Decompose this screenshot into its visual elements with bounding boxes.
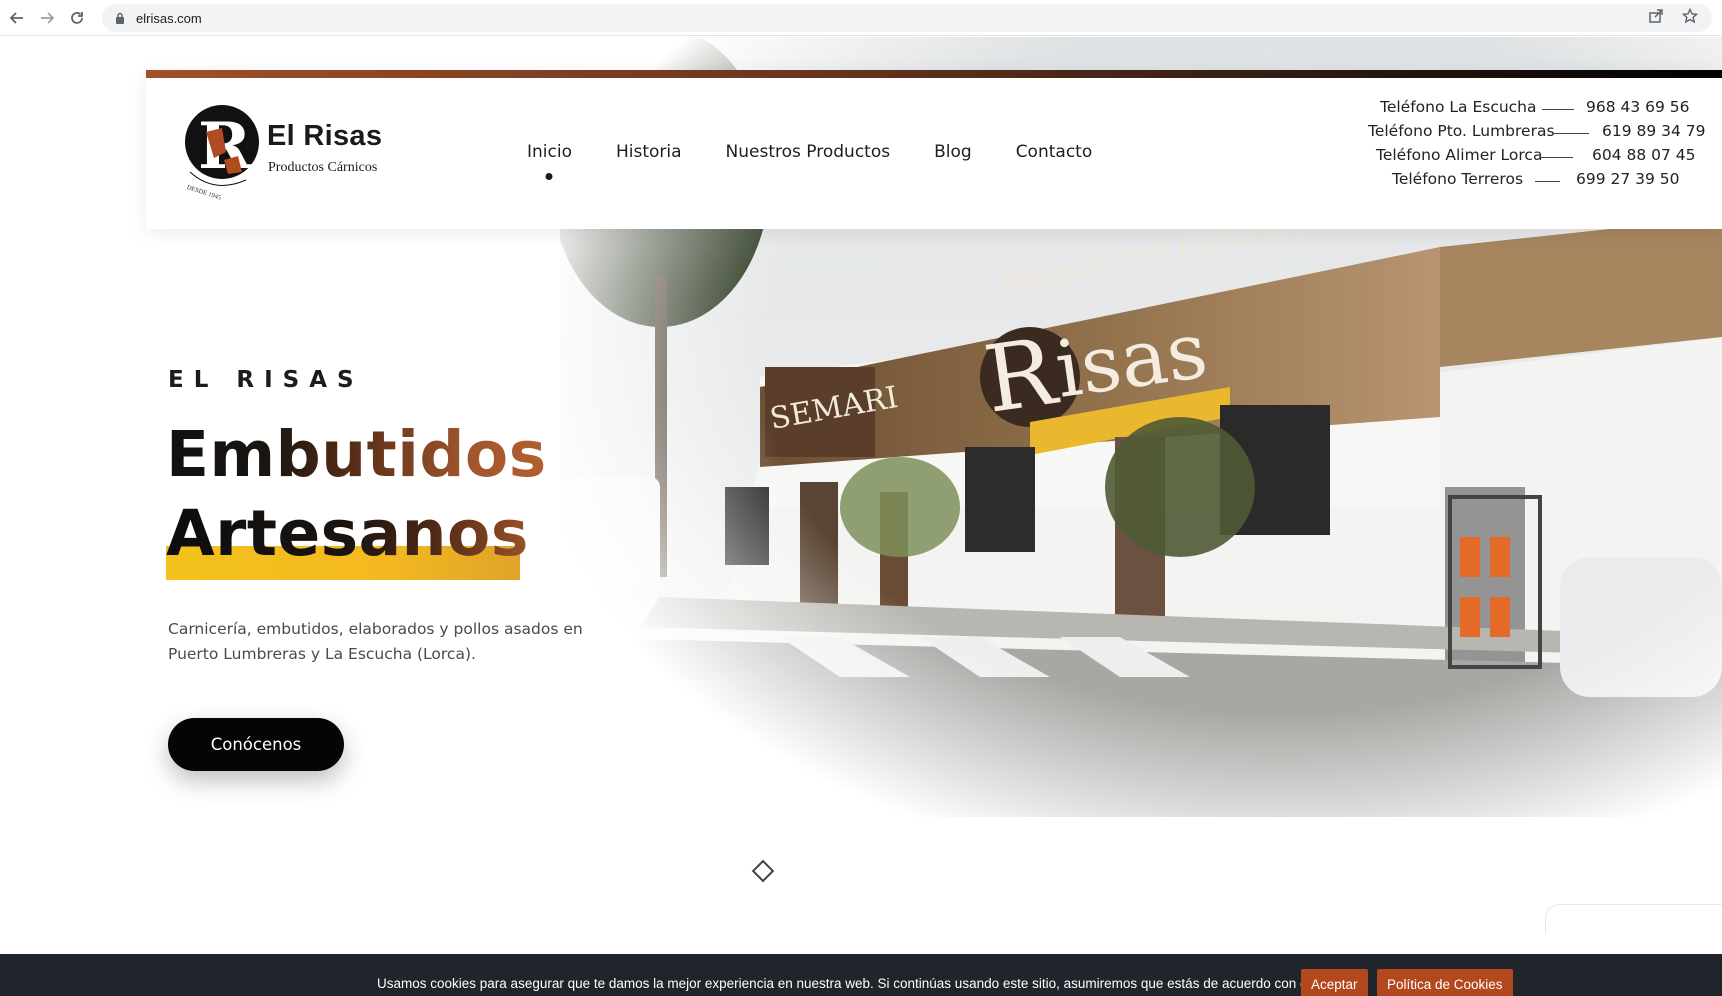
accept-cookies-button[interactable]: Aceptar <box>1301 969 1368 996</box>
conocenos-button[interactable]: Conócenos <box>168 718 344 771</box>
cookie-banner: Usamos cookies para asegurar que te damo… <box>0 954 1722 996</box>
phone-divider <box>1535 181 1560 182</box>
scroll-down-icon[interactable] <box>751 859 775 883</box>
hero-description: Carnicería, embutidos, elaborados y poll… <box>168 620 583 663</box>
floating-widget-tab[interactable] <box>1545 904 1722 934</box>
nav-item-historia[interactable]: Historia <box>616 142 682 162</box>
arrow-right-icon[interactable] <box>36 7 58 29</box>
hero-headline-line2-wrap: Artesanos <box>166 497 529 580</box>
star-icon[interactable] <box>1681 7 1699 28</box>
phone-row: Teléfono La Escucha 968 43 69 56 <box>1368 98 1722 122</box>
lock-icon <box>114 12 126 24</box>
share-icon[interactable] <box>1648 8 1664 28</box>
phone-row: Teléfono Alimer Lorca 604 88 07 45 <box>1368 146 1722 170</box>
phone-divider <box>1540 157 1573 158</box>
phone-label: Teléfono La Escucha <box>1380 98 1537 116</box>
site-logo[interactable]: R El Risas Productos Cárnicos DESDE 1945 <box>184 102 409 202</box>
nav-item-nuestros-productos[interactable]: Nuestros Productos <box>726 142 891 162</box>
hero-headline-line2: Artesanos <box>166 497 529 570</box>
phone-number[interactable]: 619 89 34 79 <box>1602 122 1706 140</box>
logo-emblem-icon: R <box>185 105 259 186</box>
phone-row: Teléfono Terreros 699 27 39 50 <box>1368 170 1722 194</box>
hero-kicker: EL RISAS <box>168 367 364 393</box>
address-bar[interactable]: elrisas.com <box>102 4 1712 32</box>
nav-item-blog[interactable]: Blog <box>934 142 972 162</box>
nav-item-contacto[interactable]: Contacto <box>1016 142 1093 162</box>
cookie-message: Usamos cookies para asegurar que te damo… <box>377 976 1325 991</box>
logo-tagline: Productos Cárnicos <box>268 160 378 175</box>
phone-label: Teléfono Alimer Lorca <box>1376 146 1543 164</box>
phone-number[interactable]: 604 88 07 45 <box>1592 146 1696 164</box>
arrow-left-icon[interactable] <box>6 7 28 29</box>
phone-divider <box>1553 133 1589 134</box>
cookie-policy-button[interactable]: Política de Cookies <box>1377 969 1513 996</box>
reload-icon[interactable] <box>66 7 88 29</box>
phone-list: Teléfono La Escucha 968 43 69 56 Teléfon… <box>1368 98 1722 194</box>
phone-number[interactable]: 968 43 69 56 <box>1586 98 1690 116</box>
phone-row: Teléfono Pto. Lumbreras 619 89 34 79 <box>1368 122 1722 146</box>
browser-toolbar: elrisas.com <box>0 0 1722 36</box>
phone-label: Teléfono Terreros <box>1392 170 1524 188</box>
phone-number[interactable]: 699 27 39 50 <box>1576 170 1680 188</box>
site-header: R El Risas Productos Cárnicos DESDE 1945… <box>146 70 1722 229</box>
nav-item-inicio[interactable]: Inicio <box>527 142 572 162</box>
web-page: R isas PRODUCTOS CARNICOS SEMARI El Risa… <box>0 37 1722 996</box>
phone-label: Teléfono Pto. Lumbreras <box>1368 122 1555 140</box>
logo-title: El Risas <box>267 120 383 152</box>
hero-headline-line1: Embutidos <box>166 418 547 491</box>
phone-divider <box>1542 109 1574 110</box>
url-text[interactable]: elrisas.com <box>136 11 202 26</box>
header-accent-bar <box>146 70 1722 78</box>
main-nav: Inicio Historia Nuestros Productos Blog … <box>527 142 1092 162</box>
